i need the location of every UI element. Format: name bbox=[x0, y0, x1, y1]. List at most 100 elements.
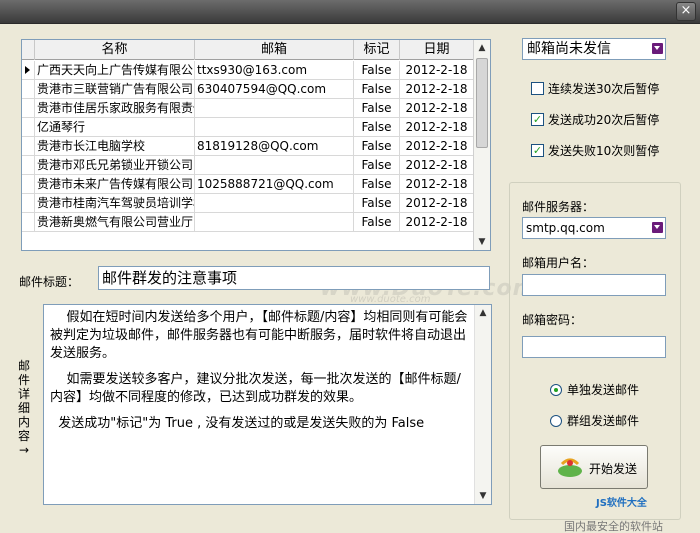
cell-date[interactable]: 2012-2-18 bbox=[400, 118, 474, 137]
table-row[interactable]: 贵港市桂南汽车驾驶员培训学校 False 2012-2-18 bbox=[22, 194, 474, 213]
cell-email[interactable]: ttxs930@163.com bbox=[195, 61, 354, 80]
subject-input[interactable]: 邮件群发的注意事项 bbox=[98, 266, 490, 290]
row-indicator[interactable] bbox=[22, 137, 35, 156]
send-mail-icon bbox=[558, 458, 582, 477]
scroll-thumb[interactable] bbox=[476, 58, 488, 148]
option-pause-after-20-success[interactable]: ✓ 发送成功20次后暂停 bbox=[531, 112, 681, 128]
cell-name[interactable]: 贵港市三联营销广告有限公司 bbox=[35, 80, 195, 99]
option-pause-after-30[interactable]: 连续发送30次后暂停 bbox=[531, 81, 681, 97]
cell-email[interactable]: 81819128@QQ.com bbox=[195, 137, 354, 156]
checkbox-icon[interactable] bbox=[531, 82, 544, 95]
body-textarea[interactable]: 假如在短时间内发送给多个用户，【邮件标题/内容】均相同则有可能会被判定为垃圾邮件… bbox=[43, 304, 492, 505]
cell-email[interactable] bbox=[195, 118, 354, 137]
filter-select[interactable]: 邮箱尚未发信 bbox=[522, 38, 666, 60]
cell-date[interactable]: 2012-2-18 bbox=[400, 175, 474, 194]
current-row-arrow-icon bbox=[25, 66, 30, 74]
table-row[interactable]: 广西天天向上广告传媒有限公司 ttxs930@163.com False 2012-2… bbox=[22, 61, 474, 80]
table-row[interactable]: 贵港市三联营销广告有限公司 630407594@QQ.com False 2012-2… bbox=[22, 80, 474, 99]
table-row[interactable]: 贵港市未来广告传媒有限公司 1025888721@QQ.com False 2012-… bbox=[22, 175, 474, 194]
dropdown-arrow-icon[interactable] bbox=[652, 222, 663, 233]
cell-flag[interactable]: False bbox=[354, 175, 400, 194]
cell-name[interactable]: 广西天天向上广告传媒有限公司 bbox=[35, 61, 195, 80]
cell-flag[interactable]: False bbox=[354, 118, 400, 137]
cell-email[interactable] bbox=[195, 99, 354, 118]
start-send-button[interactable]: 开始发送 bbox=[540, 445, 648, 489]
username-input[interactable] bbox=[522, 274, 666, 296]
cell-date[interactable]: 2012-2-18 bbox=[400, 137, 474, 156]
cell-email[interactable] bbox=[195, 156, 354, 175]
logo-slogan-text: 国内最安全的软件站 bbox=[564, 520, 663, 533]
table-row[interactable]: 贵港新奥燃气有限公司营业厅 False 2012-2-18 bbox=[22, 213, 474, 232]
cell-date[interactable]: 2012-2-18 bbox=[400, 213, 474, 232]
cell-flag[interactable]: False bbox=[354, 194, 400, 213]
table-row[interactable]: 贵港市长江电脑学校 81819128@QQ.com False 2012-2-18 bbox=[22, 137, 474, 156]
row-indicator[interactable] bbox=[22, 118, 35, 137]
body-label: 邮 件 详 细 内 容 → bbox=[17, 359, 30, 457]
row-indicator[interactable] bbox=[22, 99, 35, 118]
row-indicator[interactable] bbox=[22, 156, 35, 175]
username-label: 邮箱用户名： bbox=[522, 256, 595, 270]
cell-date[interactable]: 2012-2-18 bbox=[400, 61, 474, 80]
cell-date[interactable]: 2012-2-18 bbox=[400, 156, 474, 175]
logo-brand-text: JS软件大全 bbox=[596, 498, 647, 509]
grid-header: 名称 邮箱 标记 日期 bbox=[22, 40, 474, 60]
column-header-email[interactable]: 邮箱 bbox=[195, 40, 354, 60]
cell-email[interactable] bbox=[195, 194, 354, 213]
body-paragraph: 发送成功"标记"为 True , 没有发送过的或是发送失败的为 False bbox=[50, 416, 425, 431]
row-indicator[interactable] bbox=[22, 175, 35, 194]
cell-email[interactable]: 630407594@QQ.com bbox=[195, 80, 354, 99]
cell-name[interactable]: 贵港市佳居乐家政服务有限责任公司 bbox=[35, 99, 195, 118]
radio-button-icon[interactable] bbox=[550, 415, 562, 427]
server-select[interactable]: smtp.qq.com bbox=[522, 217, 666, 239]
cell-date[interactable]: 2012-2-18 bbox=[400, 194, 474, 213]
row-indicator-header bbox=[22, 40, 35, 60]
cell-flag[interactable]: False bbox=[354, 156, 400, 175]
row-indicator[interactable] bbox=[22, 213, 35, 232]
column-header-name[interactable]: 名称 bbox=[35, 40, 195, 60]
cell-name[interactable]: 贵港市邓氏兄弟锁业开锁公司 bbox=[35, 156, 195, 175]
grid-vertical-scrollbar[interactable]: ▲ ▼ bbox=[473, 40, 490, 250]
cell-date[interactable]: 2012-2-18 bbox=[400, 99, 474, 118]
table-row[interactable]: 贵港市邓氏兄弟锁业开锁公司 False 2012-2-18 bbox=[22, 156, 474, 175]
scroll-down-arrow-icon[interactable]: ▼ bbox=[474, 234, 490, 250]
row-indicator[interactable] bbox=[22, 80, 35, 99]
checkbox-icon[interactable]: ✓ bbox=[531, 113, 544, 126]
subject-label: 邮件标题： bbox=[19, 275, 80, 289]
password-label: 邮箱密码： bbox=[522, 313, 583, 327]
contacts-grid[interactable]: 名称 邮箱 标记 日期 广西天天向上广告传媒有限公司 ttxs930@163.co… bbox=[21, 39, 491, 251]
radio-send-group[interactable]: 群组发送邮件 bbox=[550, 413, 670, 429]
row-indicator[interactable] bbox=[22, 61, 35, 80]
cell-date[interactable]: 2012-2-18 bbox=[400, 80, 474, 99]
cell-flag[interactable]: False bbox=[354, 61, 400, 80]
scroll-up-arrow-icon[interactable]: ▲ bbox=[475, 305, 491, 321]
filter-select-value: 邮箱尚未发信 bbox=[527, 41, 611, 57]
cell-email[interactable] bbox=[195, 213, 354, 232]
cell-name[interactable]: 亿通琴行 bbox=[35, 118, 195, 137]
cell-flag[interactable]: False bbox=[354, 99, 400, 118]
column-header-date[interactable]: 日期 bbox=[400, 40, 474, 60]
dropdown-arrow-icon[interactable] bbox=[652, 43, 663, 54]
server-value: smtp.qq.com bbox=[526, 221, 605, 235]
arrow-right-icon: → bbox=[18, 443, 30, 457]
body-vertical-scrollbar[interactable]: ▲ ▼ bbox=[474, 305, 491, 504]
radio-send-single[interactable]: 单独发送邮件 bbox=[550, 382, 670, 398]
cell-flag[interactable]: False bbox=[354, 213, 400, 232]
row-indicator[interactable] bbox=[22, 194, 35, 213]
close-button[interactable]: × bbox=[676, 2, 696, 21]
option-pause-after-10-failures[interactable]: ✓ 发送失败10次则暂停 bbox=[531, 143, 681, 159]
cell-flag[interactable]: False bbox=[354, 80, 400, 99]
cell-flag[interactable]: False bbox=[354, 137, 400, 156]
scroll-down-arrow-icon[interactable]: ▼ bbox=[475, 488, 491, 504]
radio-button-icon[interactable] bbox=[550, 384, 562, 396]
password-input[interactable] bbox=[522, 336, 666, 358]
table-row[interactable]: 贵港市佳居乐家政服务有限责任公司 False2012-2-18 bbox=[22, 99, 474, 118]
checkbox-icon[interactable]: ✓ bbox=[531, 144, 544, 157]
cell-name[interactable]: 贵港新奥燃气有限公司营业厅 bbox=[35, 213, 195, 232]
cell-name[interactable]: 贵港市长江电脑学校 bbox=[35, 137, 195, 156]
cell-name[interactable]: 贵港市桂南汽车驾驶员培训学校 bbox=[35, 194, 195, 213]
column-header-flag[interactable]: 标记 bbox=[354, 40, 400, 60]
cell-email[interactable]: 1025888721@QQ.com bbox=[195, 175, 354, 194]
scroll-up-arrow-icon[interactable]: ▲ bbox=[474, 40, 490, 56]
cell-name[interactable]: 贵港市未来广告传媒有限公司 bbox=[35, 175, 195, 194]
table-row[interactable]: 亿通琴行 False 2012-2-18 bbox=[22, 118, 474, 137]
